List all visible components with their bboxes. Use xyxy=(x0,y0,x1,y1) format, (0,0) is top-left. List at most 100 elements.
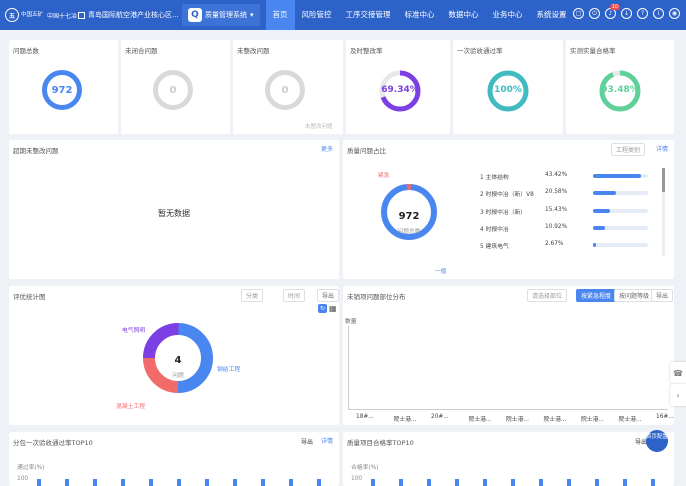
stat-card-timely-rate: 及时整改率 69.34% xyxy=(346,40,450,134)
review-center-value: 4 xyxy=(174,355,182,366)
stat-title: 问题总数 xyxy=(13,47,39,55)
location-select[interactable]: 请选择部位 xyxy=(527,289,568,302)
stat-value: 0 xyxy=(281,84,289,96)
overdue-card: 超期未整改问题 更多 暂无数据 xyxy=(9,140,339,279)
notification-badge: 10 xyxy=(609,4,620,10)
review-label-concrete: 混凝土工程 xyxy=(116,404,145,410)
y-axis-label: 通过率(%) xyxy=(17,465,45,471)
info-icon[interactable]: i xyxy=(653,8,664,19)
home-config-button[interactable]: 首页配置 xyxy=(646,430,668,452)
project-selector[interactable]: 青岛国际航空港产业核心区... xyxy=(78,10,180,20)
bell-icon[interactable]: ♪ 10 xyxy=(605,4,620,19)
main-nav: 首页 风险管控 工序交接管理 标准中心 数据中心 业务中心 系统设置 xyxy=(265,0,574,30)
ratio-item-pct: 43.42% xyxy=(545,172,568,178)
logo2-text: 中国十七冶 xyxy=(47,12,78,20)
ratio-item-pct: 15.43% xyxy=(545,207,568,213)
time-select[interactable]: 时间 xyxy=(283,289,306,302)
stat-card-measure-rate: 实测实量合格率 93.48% xyxy=(566,40,674,134)
y-tick: 100 xyxy=(17,476,29,482)
detail-link[interactable]: 详情 xyxy=(321,436,333,445)
ratio-item-bar xyxy=(593,209,648,213)
ratio-item-fill xyxy=(593,243,596,247)
nav-home[interactable]: 首页 xyxy=(265,0,295,30)
by-urgency-button[interactable]: 按紧急程度 xyxy=(576,289,617,302)
review-title: 评优统计图 xyxy=(13,293,46,301)
x-tick-label: 院士港... xyxy=(506,417,529,423)
more-link[interactable]: 更多 xyxy=(321,144,333,153)
ratio-item: 1 主体结构 43.42% xyxy=(480,172,660,181)
nav-handover[interactable]: 工序交接管理 xyxy=(339,0,398,30)
review-center-label: 问题 xyxy=(172,373,184,379)
help-icon[interactable]: ? xyxy=(637,8,648,19)
stat-title: 一次验收通过率 xyxy=(457,47,503,55)
power-icon[interactable]: ⏻ xyxy=(589,8,600,19)
category-select[interactable]: 工程类别 xyxy=(611,143,646,156)
support-icon[interactable]: ☎ xyxy=(670,362,686,384)
nav-business[interactable]: 业务中心 xyxy=(486,0,530,30)
stat-card-unrectified: 未整改问题 0 未整改问题 xyxy=(233,40,343,134)
ratio-item: 5 建筑电气 2.67% xyxy=(480,241,660,250)
stat-value: 69.34% xyxy=(381,85,419,95)
export-button[interactable]: 导出 xyxy=(651,289,674,302)
user-icon[interactable]: ◉ xyxy=(669,8,680,19)
y-axis-label: 合格率(%) xyxy=(351,465,379,471)
stat-title: 实测实量合格率 xyxy=(570,47,616,55)
stat-ring: 972 xyxy=(42,70,82,110)
review-label-steel: 钢结工程 xyxy=(217,367,241,373)
system-switcher[interactable]: Q 质量管理系统 ▾ xyxy=(182,4,260,26)
screen-icon[interactable]: ▢ xyxy=(573,8,584,19)
category-select[interactable]: 分类 xyxy=(241,289,264,302)
nav-data[interactable]: 数据中心 xyxy=(442,0,486,30)
quality-pass-title: 质量项目合格率TOP10 xyxy=(347,439,414,447)
nav-standard[interactable]: 标准中心 xyxy=(398,0,442,30)
ratio-scrollbar[interactable] xyxy=(662,168,665,256)
ratio-item: 3 时报中冶（新） 15.43% xyxy=(480,207,660,216)
project-name: 青岛国际航空港产业核心区... xyxy=(88,11,179,19)
ratio-item-pct: 20.58% xyxy=(545,189,568,195)
ratio-item-label: 4 时报中冶 xyxy=(480,227,509,233)
urgent-label: 紧急 xyxy=(378,173,390,179)
ratio-item-label: 1 主体结构 xyxy=(480,175,509,181)
stat-card-pass-rate: 一次验收通过率 100% xyxy=(453,40,563,134)
x-tick-label: 18#... xyxy=(356,414,374,420)
ratio-item-label: 5 建筑电气 xyxy=(480,244,509,250)
review-card: 评优统计图 分类 时间 导出 ↻ ▦ 4 问题 电气照明 钢结工程 混凝土工程 xyxy=(9,286,340,425)
minmetals-logo-icon: 五 xyxy=(5,8,19,22)
stat-title: 及时整改率 xyxy=(350,47,383,55)
subcontract-title: 分包一次验收通过率TOP10 xyxy=(13,439,93,447)
stat-value: 972 xyxy=(51,84,73,96)
subcontract-card: 分包一次验收通过率TOP10 导出 详情 通过率(%) 100 xyxy=(9,432,339,486)
y-axis-label: 数量 xyxy=(345,319,357,325)
stat-card-unclosed: 未闭合问题 0 xyxy=(121,40,230,134)
ratio-item-fill xyxy=(593,209,610,213)
stat-value: 0 xyxy=(169,84,177,96)
refresh-icon[interactable]: ↻ xyxy=(318,304,327,313)
location-card: 未销项问题部位分布 请选择部位 按紧急程度 按问题等级 导出 数量 xyxy=(343,286,674,425)
download-icon[interactable]: ↓ xyxy=(621,8,632,19)
ratio-item-label: 3 时报中冶（新） xyxy=(480,210,527,216)
detail-link[interactable]: 详情 xyxy=(656,144,668,153)
ratio-item-bar xyxy=(593,191,648,195)
ratio-item-bar xyxy=(593,243,648,247)
ratio-item-bar xyxy=(593,174,648,178)
export-button[interactable]: 导出 xyxy=(317,289,340,302)
stat-ring: 0 xyxy=(265,70,305,110)
chevron-down-icon: ▾ xyxy=(250,11,254,19)
collapse-icon[interactable]: › xyxy=(670,384,686,406)
stat-title: 未整改问题 xyxy=(237,47,270,55)
top-bar: 五 中国五矿 中国十七冶 青岛国际航空港产业核心区... Q 质量管理系统 ▾ … xyxy=(0,0,686,30)
ratio-item-fill xyxy=(593,191,616,195)
nav-risk[interactable]: 风险管控 xyxy=(295,0,339,30)
stat-note: 未整改问题 xyxy=(305,124,333,130)
ratio-item-pct: 10.92% xyxy=(545,224,568,230)
export-link[interactable]: 导出 xyxy=(301,437,313,446)
by-level-button[interactable]: 按问题等级 xyxy=(614,289,655,302)
quality-system-icon: Q xyxy=(188,8,202,22)
normal-label: 一般 xyxy=(435,269,447,275)
stat-value: 93.48% xyxy=(601,85,639,95)
table-icon[interactable]: ▦ xyxy=(329,304,337,313)
x-tick-label: 院士港... xyxy=(468,417,492,423)
nav-settings[interactable]: 系统设置 xyxy=(530,0,574,30)
stat-ring: 0 xyxy=(153,70,193,110)
stat-card-total: 问题总数 972 xyxy=(9,40,118,134)
